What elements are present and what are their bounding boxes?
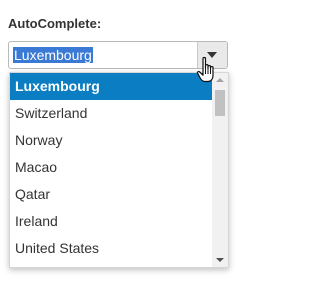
autocomplete-label: AutoComplete: xyxy=(8,16,102,31)
list-item-switzerland[interactable]: Switzerland xyxy=(10,100,212,127)
autocomplete-demo: AutoComplete: Luxembourg Luxembourg Swit… xyxy=(0,0,288,290)
list-item-luxembourg[interactable]: Luxembourg xyxy=(10,73,212,100)
list-item-united-states[interactable]: United States xyxy=(10,235,212,262)
scroll-thumb[interactable] xyxy=(215,90,225,116)
list-item-macao[interactable]: Macao xyxy=(10,154,212,181)
scroll-down-arrow-icon[interactable] xyxy=(216,258,224,262)
autocomplete-dropdown-list: Luxembourg Switzerland Norway Macao Qata… xyxy=(9,72,229,268)
autocomplete-input[interactable]: Luxembourg xyxy=(13,47,93,63)
option-list: Luxembourg Switzerland Norway Macao Qata… xyxy=(10,73,212,262)
autocomplete-combobox[interactable]: Luxembourg xyxy=(8,41,228,69)
dropdown-scrollbar[interactable] xyxy=(212,73,228,267)
hand-pointer-icon xyxy=(196,56,214,83)
list-item-qatar[interactable]: Qatar xyxy=(10,181,212,208)
list-item-norway[interactable]: Norway xyxy=(10,127,212,154)
list-item-ireland[interactable]: Ireland xyxy=(10,208,212,235)
